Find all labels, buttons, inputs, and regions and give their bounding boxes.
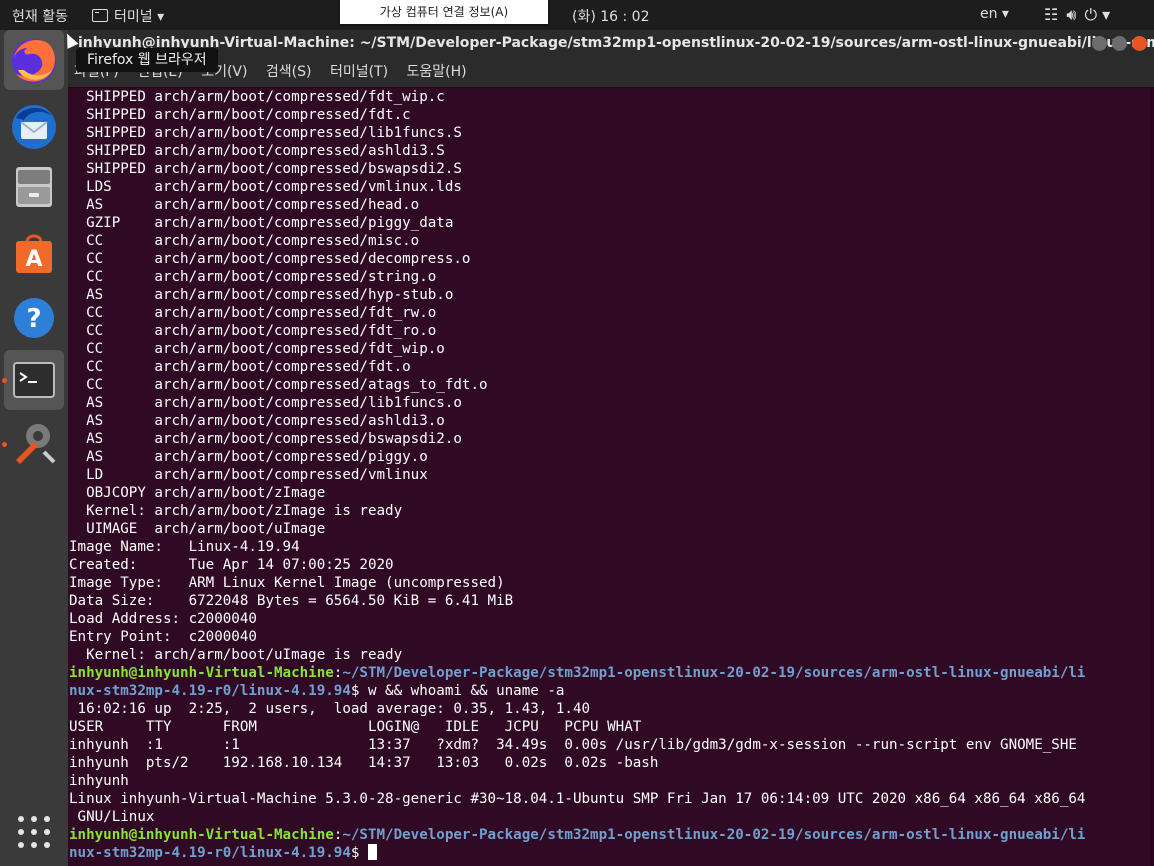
window-title: inhyunh@inhyunh-Virtual-Machine: ~/STM/D… [78, 35, 1154, 51]
terminal-line: inhyunh [69, 773, 129, 789]
terminal-titlebar[interactable]: inhyunh@inhyunh-Virtual-Machine: ~/STM/D… [68, 30, 1154, 57]
terminal-line: Image Name: Linux-4.19.94 [69, 539, 300, 555]
terminal-line: Created: Tue Apr 14 07:00:25 2020 [69, 557, 394, 573]
software-icon: A [16, 234, 52, 273]
prompt-command: $ w && whoami && uname -a [350, 683, 565, 699]
terminal-running-indicator [2, 378, 7, 383]
power-icon: ⏻ ▾ [1084, 5, 1111, 24]
terminal-line: CC arch/arm/boot/compressed/atags_to_fdt… [69, 377, 488, 393]
terminal-line: CC arch/arm/boot/compressed/string.o [69, 269, 437, 285]
firefox-icon [12, 39, 56, 83]
terminal-line: AS arch/arm/boot/compressed/piggy.o [69, 449, 428, 465]
terminal-line: Kernel: arch/arm/boot/uImage is ready [69, 647, 403, 663]
terminal-line: Image Type: ARM Linux Kernel Image (unco… [69, 575, 505, 591]
terminal-line: AS arch/arm/boot/compressed/ashldi3.o [69, 413, 445, 429]
terminal-icon [13, 362, 55, 398]
app-menu[interactable]: 터미널 ▾ [92, 6, 164, 26]
prompt-path: ~/STM/Developer-Package/stm32mp1-openstl… [342, 827, 1086, 843]
terminal-line: GNU/Linux [69, 809, 155, 825]
dock-item-software[interactable]: A [4, 224, 64, 284]
vm-connection-info-tooltip: 가상 컴퓨터 연결 정보(A) [340, 0, 548, 24]
terminal-line: inhyunh :1 :1 13:37 ?xdm? 34.49s 0.00s /… [69, 737, 1077, 753]
help-icon: ? [14, 298, 54, 338]
network-icon: ☷ [1044, 5, 1059, 24]
prompt-line: inhyunh@inhyunh-Virtual-Machine:~/STM/De… [69, 665, 1086, 681]
terminal-menubar: 파일(F) 편집(E) 보기(V) 검색(S) 터미널(T) 도움말(H) [68, 57, 1154, 87]
terminal-line: LD arch/arm/boot/compressed/vmlinux [69, 467, 428, 483]
activities-button[interactable]: 현재 활동 [12, 6, 68, 26]
terminal-line: AS arch/arm/boot/compressed/hyp-stub.o [69, 287, 454, 303]
terminal-line: CC arch/arm/boot/compressed/fdt_wip.o [69, 341, 445, 357]
terminal-line: AS arch/arm/boot/compressed/head.o [69, 197, 420, 213]
app-menu-label: 터미널 ▾ [114, 9, 165, 25]
terminal-line: Entry Point: c2000040 [69, 629, 257, 645]
svg-text:A: A [25, 247, 42, 272]
prompt-line-cont: nux-stm32mp-4.19-r0/linux-4.19.94$ w && … [68, 682, 1150, 700]
dock-item-thunderbird[interactable] [4, 96, 64, 156]
terminal-line: CC arch/arm/boot/compressed/fdt_rw.o [69, 305, 437, 321]
system-tray[interactable]: ☷ 🔊︎ ⏻ ▾ [1044, 5, 1118, 25]
terminal-line: AS arch/arm/boot/compressed/bswapsdi2.o [69, 431, 462, 447]
dock-item-files[interactable] [4, 156, 64, 216]
prompt-user: inhyunh@inhyunh-Virtual-Machine [69, 827, 334, 843]
terminal-line: SHIPPED arch/arm/boot/compressed/fdt.c [69, 107, 411, 123]
volume-icon: 🔊︎ [1066, 5, 1077, 24]
files-icon [16, 167, 52, 207]
text-cursor [367, 844, 377, 860]
terminal-line: SHIPPED arch/arm/boot/compressed/ashldi3… [69, 143, 445, 159]
terminal-line: Data Size: 6722048 Bytes = 6564.50 KiB =… [69, 593, 514, 609]
settings-icon [16, 424, 56, 464]
terminal-line: GZIP arch/arm/boot/compressed/piggy_data [69, 215, 454, 231]
menu-search[interactable]: 검색(S) [266, 64, 312, 80]
terminal-line: AS arch/arm/boot/compressed/lib1funcs.o [69, 395, 462, 411]
thunderbird-icon [12, 105, 56, 149]
show-applications-icon[interactable] [18, 816, 52, 850]
prompt-user: inhyunh@inhyunh-Virtual-Machine [69, 665, 334, 681]
prompt-line: inhyunh@inhyunh-Virtual-Machine:~/STM/De… [69, 827, 1086, 843]
svg-text:?: ? [26, 304, 41, 334]
maximize-button[interactable] [1112, 36, 1127, 51]
terminal-line: Kernel: arch/arm/boot/zImage is ready [69, 503, 403, 519]
dock: A ? [0, 30, 68, 866]
dock-item-help[interactable]: ? [4, 288, 64, 348]
prompt-path-cont: nux-stm32mp-4.19-r0/linux-4.19.94 [69, 845, 351, 861]
terminal-line: Load Address: c2000040 [69, 611, 257, 627]
prompt-line-cont: nux-stm32mp-4.19-r0/linux-4.19.94$ [68, 844, 1150, 862]
close-button[interactable] [1132, 36, 1147, 51]
menu-terminal[interactable]: 터미널(T) [330, 64, 388, 80]
prompt-path: ~/STM/Developer-Package/stm32mp1-openstl… [342, 665, 1086, 681]
terminal-line: SHIPPED arch/arm/boot/compressed/bswapsd… [69, 161, 462, 177]
terminal-line: OBJCOPY arch/arm/boot/zImage [69, 485, 326, 501]
terminal-line: CC arch/arm/boot/compressed/fdt.o [69, 359, 411, 375]
dock-item-settings[interactable] [4, 412, 64, 472]
dock-item-firefox[interactable] [4, 30, 64, 90]
terminal-line: LDS arch/arm/boot/compressed/vmlinux.lds [69, 179, 462, 195]
terminal-line: CC arch/arm/boot/compressed/decompress.o [69, 251, 471, 267]
terminal-line: SHIPPED arch/arm/boot/compressed/lib1fun… [69, 125, 462, 141]
terminal-line: Linux inhyunh-Virtual-Machine 5.3.0-28-g… [69, 791, 1086, 807]
terminal-line: USER TTY FROM LOGIN@ IDLE JCPU PCPU WHAT [69, 719, 642, 735]
top-panel: 현재 활동 터미널 ▾ (화) 16 : 02 en ▾ ☷ 🔊︎ ⏻ ▾ [0, 0, 1154, 30]
terminal-line: UIMAGE arch/arm/boot/uImage [69, 521, 326, 537]
terminal-line: inhyunh pts/2 192.168.10.134 14:37 13:03… [69, 755, 659, 771]
terminal-line: CC arch/arm/boot/compressed/fdt_ro.o [69, 323, 437, 339]
settings-running-indicator [2, 442, 7, 447]
firefox-tooltip: Firefox 웹 브라우저 [76, 48, 218, 72]
language-indicator[interactable]: en ▾ [980, 6, 1009, 22]
minimize-button[interactable] [1092, 36, 1107, 51]
clock[interactable]: (화) 16 : 02 [572, 6, 650, 26]
terminal-line: CC arch/arm/boot/compressed/misc.o [69, 233, 420, 249]
terminal-small-icon [92, 9, 108, 22]
prompt-path-cont: nux-stm32mp-4.19-r0/linux-4.19.94 [69, 683, 351, 699]
terminal-line: SHIPPED arch/arm/boot/compressed/fdt_wip… [69, 89, 445, 105]
terminal-line: 16:02:16 up 2:25, 2 users, load average:… [69, 701, 591, 717]
terminal-output[interactable]: SHIPPED arch/arm/boot/compressed/fdt_wip… [68, 88, 1150, 866]
prompt-command: $ [350, 845, 368, 861]
dock-item-terminal[interactable] [4, 350, 64, 410]
menu-help[interactable]: 도움말(H) [407, 64, 467, 80]
